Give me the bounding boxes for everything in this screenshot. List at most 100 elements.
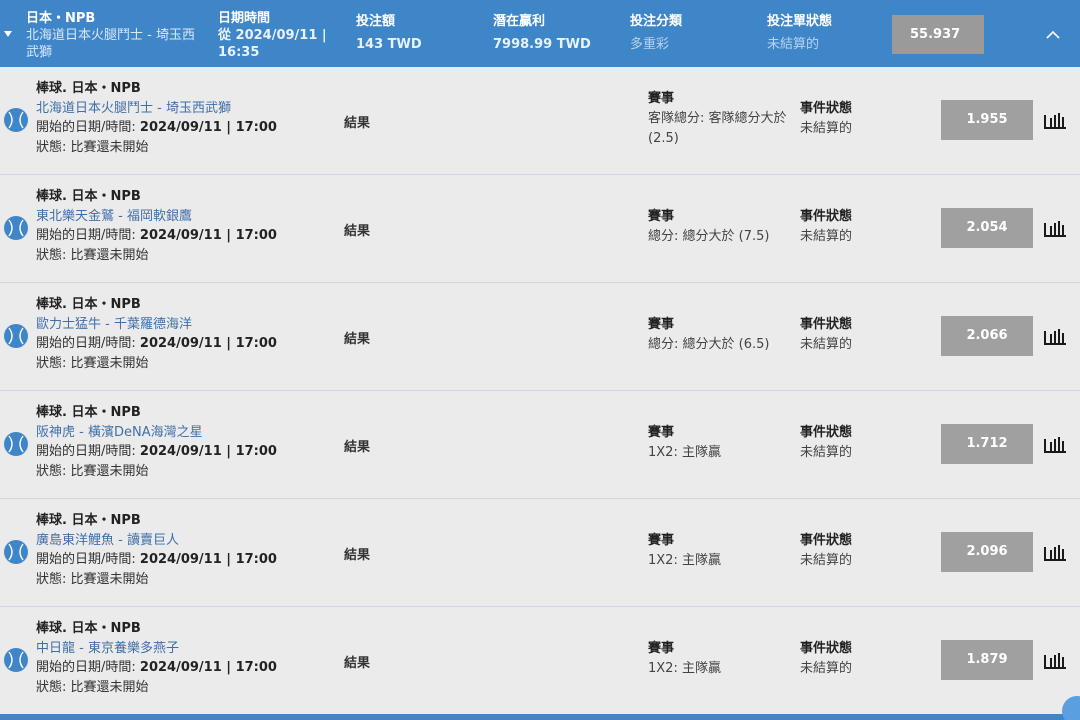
market-selection: 1X2: 主隊贏 <box>648 445 721 460</box>
result-label: 結果 <box>344 548 371 563</box>
event-status-value: 未結算的 <box>800 121 853 136</box>
start-time-label: 開始的日期/時間: <box>36 336 136 351</box>
match-info: 棒球. 日本・NPB 東北樂天金鷲 - 福岡軟銀鷹 開始的日期/時間: 2024… <box>36 187 277 265</box>
event-status-info: 事件狀態 未結算的 <box>800 639 852 679</box>
bar-chart-icon[interactable] <box>1044 436 1066 453</box>
bar-chart-icon[interactable] <box>1044 544 1066 561</box>
event-status-value: 未結算的 <box>800 553 853 568</box>
start-time-value: 2024/09/11 | 17:00 <box>139 552 277 567</box>
start-time: 開始的日期/時間: 2024/09/11 | 17:00 <box>36 442 277 462</box>
header-slip-status: 投注單狀態 未結算的 <box>767 13 832 53</box>
market-title: 賽事 <box>648 209 675 224</box>
header-slip-status-value: 未結算的 <box>767 37 820 52</box>
match-teams-link[interactable]: 東北樂天金鷲 - 福岡軟銀鷹 <box>36 207 277 227</box>
league-label: 棒球. 日本・NPB <box>36 621 141 636</box>
league-label: 棒球. 日本・NPB <box>36 513 141 528</box>
match-status: 狀態: 比賽還未開始 <box>36 139 149 155</box>
result-label: 結果 <box>344 116 371 131</box>
start-time-label: 開始的日期/時間: <box>36 552 136 567</box>
market-selection: 1X2: 主隊贏 <box>648 553 721 568</box>
event-status-value: 未結算的 <box>800 661 853 676</box>
header-slip-status-label: 投注單狀態 <box>767 14 833 29</box>
start-time-label: 開始的日期/時間: <box>36 120 136 135</box>
event-status-info: 事件狀態 未結算的 <box>800 207 852 247</box>
match-status: 狀態: 比賽還未開始 <box>36 247 149 263</box>
start-time-value: 2024/09/11 | 17:00 <box>139 336 277 351</box>
caret-down-icon[interactable] <box>4 31 12 37</box>
selection-odds: 2.066 <box>941 316 1033 356</box>
selection-row: 棒球. 日本・NPB 東北樂天金鷲 - 福岡軟銀鷹 開始的日期/時間: 2024… <box>0 175 1080 283</box>
match-teams-link[interactable]: 北海道日本火腿鬥士 - 埼玉西武獅 <box>36 99 277 119</box>
match-status: 狀態: 比賽還未開始 <box>36 355 149 371</box>
start-time: 開始的日期/時間: 2024/09/11 | 17:00 <box>36 658 277 678</box>
baseball-icon <box>4 648 28 672</box>
match-status: 狀態: 比賽還未開始 <box>36 463 149 479</box>
selection-row: 棒球. 日本・NPB 歐力士猛牛 - 千葉羅德海洋 開始的日期/時間: 2024… <box>0 283 1080 391</box>
match-status: 狀態: 比賽還未開始 <box>36 679 149 695</box>
header-stake: 投注額 143 TWD <box>356 13 422 53</box>
start-time-value: 2024/09/11 | 17:00 <box>139 660 277 675</box>
event-status-info: 事件狀態 未結算的 <box>800 423 852 463</box>
header-category: 投注分類 多重彩 <box>630 13 682 53</box>
market-info: 賽事 1X2: 主隊贏 <box>648 639 788 679</box>
result-label: 結果 <box>344 224 371 239</box>
match-teams-link[interactable]: 廣島東洋鯉魚 - 讀賣巨人 <box>36 531 277 551</box>
event-status-title: 事件狀態 <box>800 101 853 116</box>
selection-odds: 1.955 <box>941 100 1033 140</box>
bar-chart-icon[interactable] <box>1044 112 1066 129</box>
bar-chart-icon[interactable] <box>1044 652 1066 669</box>
header-datetime-value: 從 2024/09/11 | 16:35 <box>218 28 327 60</box>
start-time: 開始的日期/時間: 2024/09/11 | 17:00 <box>36 550 277 570</box>
header-stake-label: 投注額 <box>356 14 396 29</box>
event-status-value: 未結算的 <box>800 337 853 352</box>
start-time-value: 2024/09/11 | 17:00 <box>139 120 277 135</box>
header-league: 日本・NPB <box>26 11 96 26</box>
market-info: 賽事 客隊總分: 客隊總分大於 (2.5) <box>648 89 788 149</box>
start-time: 開始的日期/時間: 2024/09/11 | 17:00 <box>36 226 277 246</box>
selection-list: 棒球. 日本・NPB 北海道日本火腿鬥士 - 埼玉西武獅 開始的日期/時間: 2… <box>0 67 1080 715</box>
baseball-icon <box>4 324 28 348</box>
match-info: 棒球. 日本・NPB 阪神虎 - 橫濱DeNA海灣之星 開始的日期/時間: 20… <box>36 403 277 481</box>
baseball-icon <box>4 540 28 564</box>
chevron-up-icon[interactable] <box>1038 20 1068 48</box>
market-selection: 總分: 總分大於 (7.5) <box>648 229 770 244</box>
start-time-label: 開始的日期/時間: <box>36 444 136 459</box>
market-info: 賽事 1X2: 主隊贏 <box>648 531 788 571</box>
selection-odds: 1.712 <box>941 424 1033 464</box>
result-label: 結果 <box>344 332 371 347</box>
baseball-icon <box>4 432 28 456</box>
bar-chart-icon[interactable] <box>1044 220 1066 237</box>
start-time-value: 2024/09/11 | 17:00 <box>139 444 277 459</box>
result-label: 結果 <box>344 440 371 455</box>
baseball-icon <box>4 108 28 132</box>
footer-bar <box>0 714 1080 720</box>
start-time-label: 開始的日期/時間: <box>36 660 136 675</box>
match-info: 棒球. 日本・NPB 中日龍 - 東京養樂多燕子 開始的日期/時間: 2024/… <box>36 619 277 697</box>
result-label: 結果 <box>344 656 371 671</box>
market-title: 賽事 <box>648 425 675 440</box>
event-status-title: 事件狀態 <box>800 425 853 440</box>
header-potential-label: 潛在贏利 <box>493 14 546 29</box>
selection-row: 棒球. 日本・NPB 廣島東洋鯉魚 - 讀賣巨人 開始的日期/時間: 2024/… <box>0 499 1080 607</box>
market-selection: 1X2: 主隊贏 <box>648 661 721 676</box>
match-teams-link[interactable]: 中日龍 - 東京養樂多燕子 <box>36 639 277 659</box>
header-datetime: 日期時間 從 2024/09/11 | 16:35 <box>218 10 338 61</box>
match-teams-link[interactable]: 歐力士猛牛 - 千葉羅德海洋 <box>36 315 277 335</box>
league-label: 棒球. 日本・NPB <box>36 297 141 312</box>
header-potential-value: 7998.99 TWD <box>493 37 591 52</box>
event-status-title: 事件狀態 <box>800 533 853 548</box>
bet-slip-header[interactable]: 日本・NPB 北海道日本火腿鬥士 - 埼玉西武獅 日期時間 從 2024/09/… <box>0 0 1080 67</box>
start-time: 開始的日期/時間: 2024/09/11 | 17:00 <box>36 118 277 138</box>
selection-row: 棒球. 日本・NPB 阪神虎 - 橫濱DeNA海灣之星 開始的日期/時間: 20… <box>0 391 1080 499</box>
bar-chart-icon[interactable] <box>1044 328 1066 345</box>
event-status-value: 未結算的 <box>800 229 853 244</box>
header-potential: 潛在贏利 7998.99 TWD <box>493 13 591 53</box>
league-label: 棒球. 日本・NPB <box>36 405 141 420</box>
league-label: 棒球. 日本・NPB <box>36 189 141 204</box>
selection-odds: 2.096 <box>941 532 1033 572</box>
market-info: 賽事 1X2: 主隊贏 <box>648 423 788 463</box>
match-info: 棒球. 日本・NPB 歐力士猛牛 - 千葉羅德海洋 開始的日期/時間: 2024… <box>36 295 277 373</box>
header-category-value: 多重彩 <box>630 37 670 52</box>
selection-odds: 1.879 <box>941 640 1033 680</box>
match-teams-link[interactable]: 阪神虎 - 橫濱DeNA海灣之星 <box>36 423 277 443</box>
